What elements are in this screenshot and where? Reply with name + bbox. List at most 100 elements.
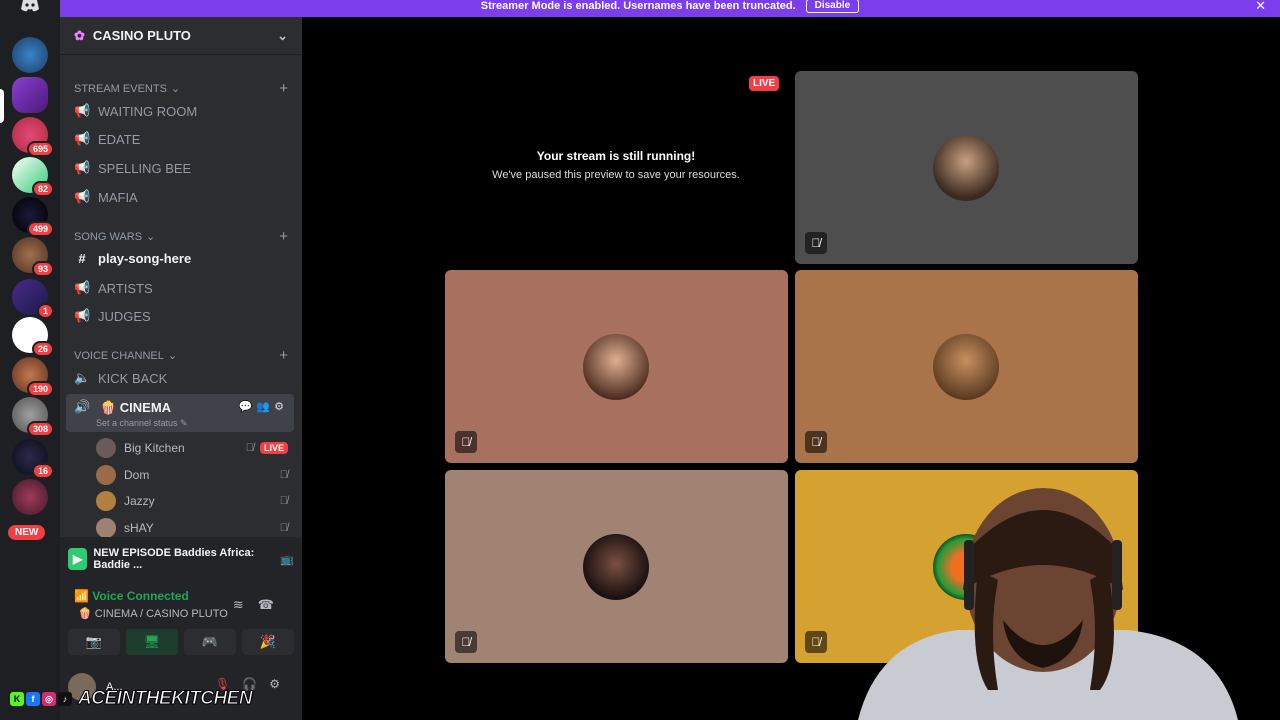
soundboard-icon: 🎉: [259, 634, 277, 649]
channel-play-song-here[interactable]: # play-song-here: [74, 251, 191, 266]
channel-cinema[interactable]: 🔊 🍿 CINEMA Set a channel status ✎ 💬👥⚙: [66, 394, 294, 432]
signal-icon: 📶: [74, 589, 93, 603]
now-playing-activity[interactable]: ▶ NEW EPISODE Baddies Africa: Baddie ...…: [68, 545, 294, 573]
streamer-mode-banner: Streamer Mode is enabled. Usernames have…: [60, 0, 1280, 17]
server-icon[interactable]: [12, 479, 48, 515]
soundboard-button[interactable]: 🎉: [242, 629, 294, 655]
paused-title: Your stream is still running!: [536, 149, 696, 163]
category-voice-channel[interactable]: VOICE CHANNEL ⌄ +: [74, 347, 288, 364]
instagram-icon: ◎: [42, 692, 56, 706]
server-icon[interactable]: 308: [12, 397, 54, 437]
participant-tile[interactable]: 🎙̸: [795, 71, 1138, 264]
camera-off-icon: 📷: [85, 634, 103, 649]
speaker-icon: 🔈: [74, 370, 91, 385]
mic-muted-icon: 🎙̸: [805, 431, 827, 453]
discord-logo-icon[interactable]: [0, 0, 60, 17]
tv-icon[interactable]: 📺: [280, 553, 294, 566]
server-icon[interactable]: 190: [12, 357, 54, 397]
mic-muted-icon: 🎙̸: [455, 631, 477, 653]
mention-badge: 190: [26, 381, 54, 397]
participant-tile[interactable]: 🎙̸: [795, 270, 1138, 463]
noise-suppression-icon[interactable]: ≋: [233, 597, 258, 612]
avatar: [96, 465, 116, 485]
mic-muted-icon: 🎙̸: [805, 631, 827, 653]
channel-edate[interactable]: 📢 EDATE: [74, 131, 140, 147]
server-header[interactable]: ✿ CASINO PLUTO ⌄: [60, 17, 302, 55]
disconnect-icon[interactable]: ☎: [258, 597, 288, 612]
mention-badge: 82: [31, 181, 54, 197]
voice-user-name: Big Kitchen: [124, 441, 185, 455]
channel-label: MAFIA: [98, 189, 138, 205]
server-icon[interactable]: 499: [12, 197, 54, 237]
gamepad-icon: 🎮: [201, 634, 219, 649]
channel-label: EDATE: [98, 131, 141, 147]
add-channel-icon[interactable]: +: [279, 228, 288, 245]
channel-label: 🍿 CINEMA: [100, 400, 172, 415]
server-icon[interactable]: 16: [12, 439, 54, 479]
mention-badge: 1: [36, 303, 54, 319]
voice-user[interactable]: sHAY 🎙̸: [96, 517, 288, 539]
server-boost-icon: ✿: [74, 27, 85, 43]
add-channel-icon[interactable]: +: [279, 347, 288, 364]
avatar: [583, 334, 649, 400]
channel-sidebar: ✿ CASINO PLUTO ⌄ STREAM EVENTS ⌄ + 📢 WAITI…: [60, 17, 302, 720]
avatar: [583, 534, 649, 600]
server-icon[interactable]: 695: [12, 117, 54, 157]
social-handle-overlay: K f ◎ ♪ ACEINTHEKITCHEN: [10, 688, 253, 710]
channel-kick-back[interactable]: 🔈 KICK BACK: [74, 370, 167, 386]
voice-user-name: Jazzy: [124, 494, 155, 508]
selected-server-indicator: [0, 89, 4, 123]
camera-off-button[interactable]: 📷: [68, 629, 120, 655]
channel-mafia[interactable]: 📢 MAFIA: [74, 189, 138, 205]
server-icon[interactable]: [12, 37, 48, 73]
category-stream-events[interactable]: STREAM EVENTS ⌄ +: [74, 80, 288, 97]
channel-artists[interactable]: 📢 ARTISTS: [74, 280, 153, 296]
mention-badge: 308: [26, 421, 54, 437]
voice-connected-status[interactable]: 📶 Voice Connected: [74, 589, 189, 603]
gear-icon[interactable]: ⚙: [269, 677, 292, 691]
voice-user[interactable]: Jazzy 🎙̸: [96, 490, 288, 512]
mic-muted-icon: 🎙̸: [279, 522, 288, 534]
chat-icon[interactable]: 💬: [239, 401, 257, 413]
mic-muted-icon: 🎙̸: [279, 469, 288, 481]
category-label: STREAM EVENTS: [74, 82, 167, 95]
server-icon[interactable]: 1: [12, 279, 54, 319]
server-icon[interactable]: [12, 77, 48, 113]
channel-spelling-bee[interactable]: 📢 SPELLING BEE: [74, 160, 191, 176]
chevron-down-icon: ⌄: [277, 27, 288, 43]
avatar: [96, 518, 116, 538]
gear-icon[interactable]: ⚙: [274, 401, 288, 413]
participant-tile[interactable]: 🎙̸: [445, 470, 788, 663]
stop-streaming-button[interactable]: 🖥: [126, 629, 178, 655]
avatar: [933, 135, 999, 201]
participant-tile[interactable]: 🎙̸: [445, 270, 788, 463]
server-icon[interactable]: 82: [12, 157, 54, 197]
live-badge: LIVE: [259, 442, 288, 454]
disable-streamer-mode-button[interactable]: Disable: [805, 0, 860, 13]
server-icon[interactable]: 26: [12, 317, 54, 357]
stage-channel-icon: 📢: [74, 280, 91, 295]
mic-muted-icon: 🎙̸: [805, 232, 827, 254]
voice-user[interactable]: Big Kitchen 🎙̸ LIVE: [96, 437, 288, 459]
avatar: [96, 438, 116, 458]
activity-title: NEW EPISODE Baddies Africa: Baddie ...: [93, 547, 255, 571]
mic-muted-icon: 🎙̸: [245, 442, 254, 454]
voice-location[interactable]: 🍿 CINEMA / CASINO PLUTO: [78, 607, 228, 620]
server-icon[interactable]: 93: [12, 237, 54, 277]
voice-user[interactable]: Dom 🎙̸: [96, 464, 288, 486]
channel-judges[interactable]: 📢 JUDGES: [74, 308, 151, 324]
stream-paused-notice[interactable]: Your stream is still running! We've paus…: [447, 149, 785, 181]
streamer-handle: ACEINTHEKITCHEN: [77, 688, 253, 710]
channel-label: ARTISTS: [98, 280, 153, 296]
stage-channel-icon: 📢: [74, 103, 91, 118]
channel-status[interactable]: Set a channel status ✎: [96, 418, 188, 429]
voice-connected-label: Voice Connected: [92, 589, 189, 603]
channel-waiting-room[interactable]: 📢 WAITING ROOM: [74, 103, 197, 119]
add-channel-icon[interactable]: +: [279, 80, 288, 97]
close-icon[interactable]: ✕: [1255, 0, 1266, 14]
new-servers-badge[interactable]: NEW: [8, 525, 46, 540]
activities-button[interactable]: 🎮: [184, 629, 236, 655]
stage-channel-icon: 📢: [74, 308, 91, 323]
category-song-wars[interactable]: SONG WARS ⌄ +: [74, 228, 288, 245]
invite-icon[interactable]: 👥: [256, 401, 274, 413]
